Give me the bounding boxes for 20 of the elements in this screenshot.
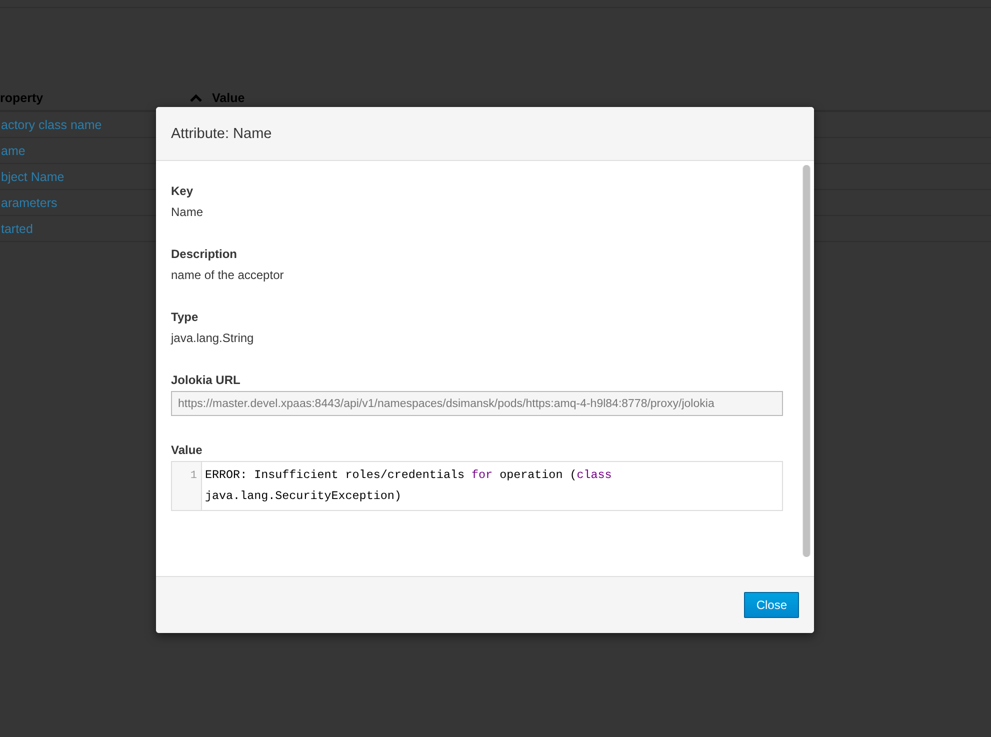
field-label: Jolokia URL: [171, 372, 242, 389]
scrollbar[interactable]: [802, 165, 811, 557]
field-label: Description: [171, 246, 238, 263]
property-link[interactable]: tarted: [1, 222, 33, 236]
url-field[interactable]: https://master.devel.xpaas:8443/api/v1/namespaces/dsimansk/pods/https:amq-4-h9l84:8778/proxy/jolokia: [171, 391, 783, 416]
field-value: Name: [171, 204, 204, 220]
line-number: 1: [190, 470, 197, 482]
field-value: name of the acceptor: [171, 267, 285, 283]
property-link[interactable]: ame: [1, 144, 26, 158]
property-link[interactable]: arameters: [1, 196, 58, 210]
property-link[interactable]: actory class name: [1, 118, 102, 132]
field-label: Key: [171, 183, 194, 200]
field-label: Type: [171, 309, 200, 326]
dialog-title: Attribute: Name: [171, 126, 272, 142]
code-line: ERROR: Insufficient roles/credentials for operation (class java.lang.SecurityException): [204, 467, 613, 505]
close-button[interactable]: Close: [744, 592, 799, 618]
field-value: java.lang.String: [171, 330, 255, 346]
code-editor[interactable]: 1 ERROR: Insufficient roles/credentials for operation (class java.lang.SecurityException): [171, 461, 783, 511]
field-label: Value: [171, 442, 204, 459]
property-link[interactable]: bject Name: [1, 170, 64, 184]
